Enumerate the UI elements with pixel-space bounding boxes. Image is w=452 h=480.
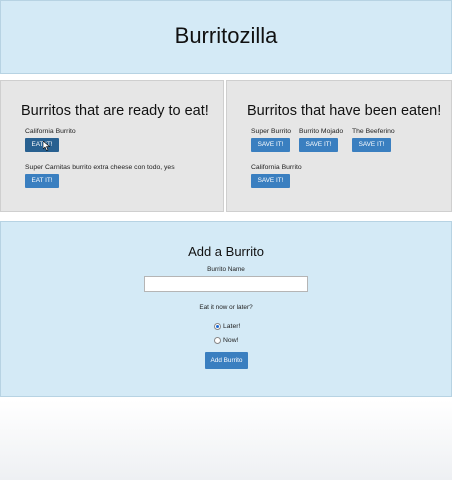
ready-panel: Burritos that are ready to eat! Californ… [0,80,224,212]
eaten-item-name: California Burrito [251,164,302,171]
page-header: Burritozilla [0,0,452,74]
radio-option-now[interactable]: Now! [214,337,239,344]
app-title: Burritozilla [174,23,278,48]
save-it-button[interactable]: SAVE IT! [251,174,290,188]
add-burrito-button[interactable]: Add Burrito [205,352,248,369]
burrito-name-label: Burrito Name [207,266,245,273]
add-burrito-form: Add a Burrito Burrito Name Eat it now or… [0,221,452,397]
eaten-panel: Burritos that have been eaten! Super Bur… [226,80,452,212]
save-it-button[interactable]: SAVE IT! [251,138,290,152]
radio-later-label: Later! [223,323,241,330]
form-title: Add a Burrito [188,244,264,259]
radio-later[interactable] [214,323,221,330]
ready-panel-title: Burritos that are ready to eat! [21,103,209,119]
burrito-name-input[interactable] [144,276,308,292]
radio-option-later[interactable]: Later! [214,323,240,330]
eaten-item-name: Burrito Mojado [299,128,344,135]
eat-it-button[interactable]: EAT IT! [25,138,59,152]
eat-question-label: Eat it now or later? [199,304,253,311]
save-it-button[interactable]: SAVE IT! [299,138,338,152]
save-it-button[interactable]: SAVE IT! [352,138,391,152]
ready-item-name: Super Carnitas burrito extra cheese con … [25,164,175,171]
eat-it-button[interactable]: EAT IT! [25,174,59,188]
ready-item-name: California Burrito [25,128,76,135]
radio-now[interactable] [214,337,221,344]
radio-now-label: Now! [223,337,239,344]
eaten-item-name: The Beeferino [352,128,395,135]
mouse-pointer-icon [43,141,51,151]
eaten-item-name: Super Burrito [251,128,292,135]
eaten-panel-title: Burritos that have been eaten! [247,103,442,119]
